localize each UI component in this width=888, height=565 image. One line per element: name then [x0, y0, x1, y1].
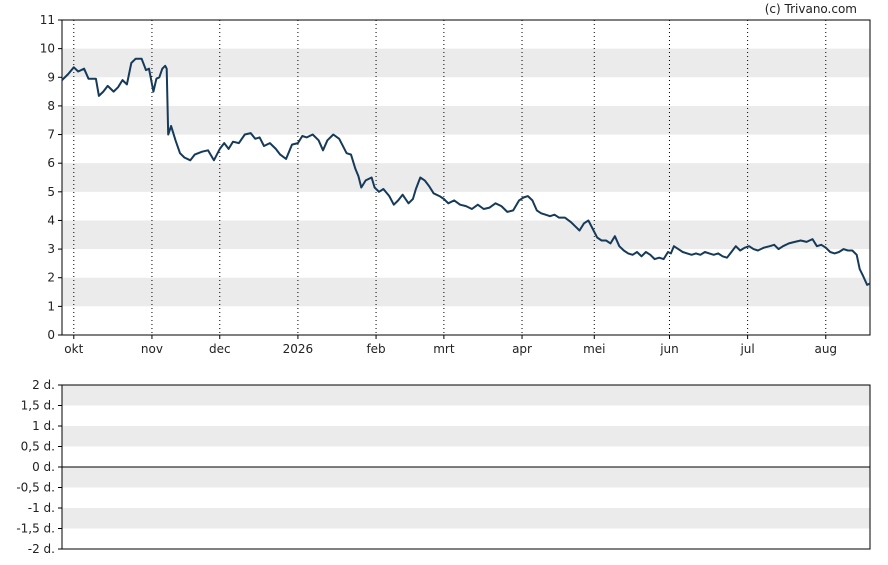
grid-band — [62, 426, 870, 447]
y-tick-label: -1,5 d. — [16, 522, 55, 536]
y-tick-label: -2 d. — [28, 542, 55, 556]
x-tick-label: feb — [366, 342, 385, 356]
y-tick-label: 0 — [47, 328, 55, 342]
y-tick-label: 4 — [47, 213, 55, 227]
x-tick-label: dec — [209, 342, 231, 356]
y-tick-label: 2 d. — [32, 378, 55, 392]
x-tick-label: mrt — [433, 342, 455, 356]
y-tick-label: -0,5 d. — [16, 481, 55, 495]
y-tick-label: 5 — [47, 185, 55, 199]
y-tick-label: 2 — [47, 271, 55, 285]
grid-band — [62, 508, 870, 529]
y-tick-label: 10 — [40, 42, 55, 56]
x-tick-label: jul — [739, 342, 754, 356]
x-tick-label: aug — [814, 342, 837, 356]
credit-label: (c) Trivano.com — [765, 2, 857, 16]
x-tick-label: nov — [141, 342, 163, 356]
x-tick-label: 2026 — [283, 342, 314, 356]
y-tick-label: 8 — [47, 99, 55, 113]
y-tick-label: 0 d. — [32, 460, 55, 474]
x-tick-label: jun — [659, 342, 679, 356]
grid-band — [62, 467, 870, 488]
x-tick-label: apr — [512, 342, 532, 356]
y-tick-label: 1 d. — [32, 419, 55, 433]
delta-chart-panel: 2 d. 1,5 d. 1 d. 0,5 d. 0 d. -0,5 d. -1 d. -1,5… — [16, 378, 871, 556]
y-tick-label: 11 — [40, 13, 55, 27]
grid-band — [62, 220, 870, 250]
grid-band — [62, 385, 870, 406]
grid-band — [62, 48, 870, 78]
grid-band — [62, 105, 870, 135]
grid-band — [62, 163, 870, 192]
y-tick-label: 7 — [47, 128, 55, 142]
x-tick-label: okt — [64, 342, 83, 356]
grid-band — [62, 277, 870, 307]
y-tick-label: 1,5 d. — [21, 399, 55, 413]
price-chart-panel: 0 1 2 3 4 5 6 7 8 9 10 11 okt nov dec 2026 feb mrt apr mei j… — [40, 13, 871, 356]
y-tick-label: -1 d. — [28, 501, 55, 515]
y-tick-label: 1 — [47, 299, 55, 313]
y-tick-label: 0,5 d. — [21, 440, 55, 454]
y-tick-label: 9 — [47, 70, 55, 84]
stock-chart: (c) Trivano.com 0 1 2 3 4 5 6 7 8 9 10 11 okt nov dec 2… — [16, 2, 871, 556]
y-tick-label: 6 — [47, 156, 55, 170]
x-tick-label: mei — [583, 342, 605, 356]
y-tick-label: 3 — [47, 242, 55, 256]
